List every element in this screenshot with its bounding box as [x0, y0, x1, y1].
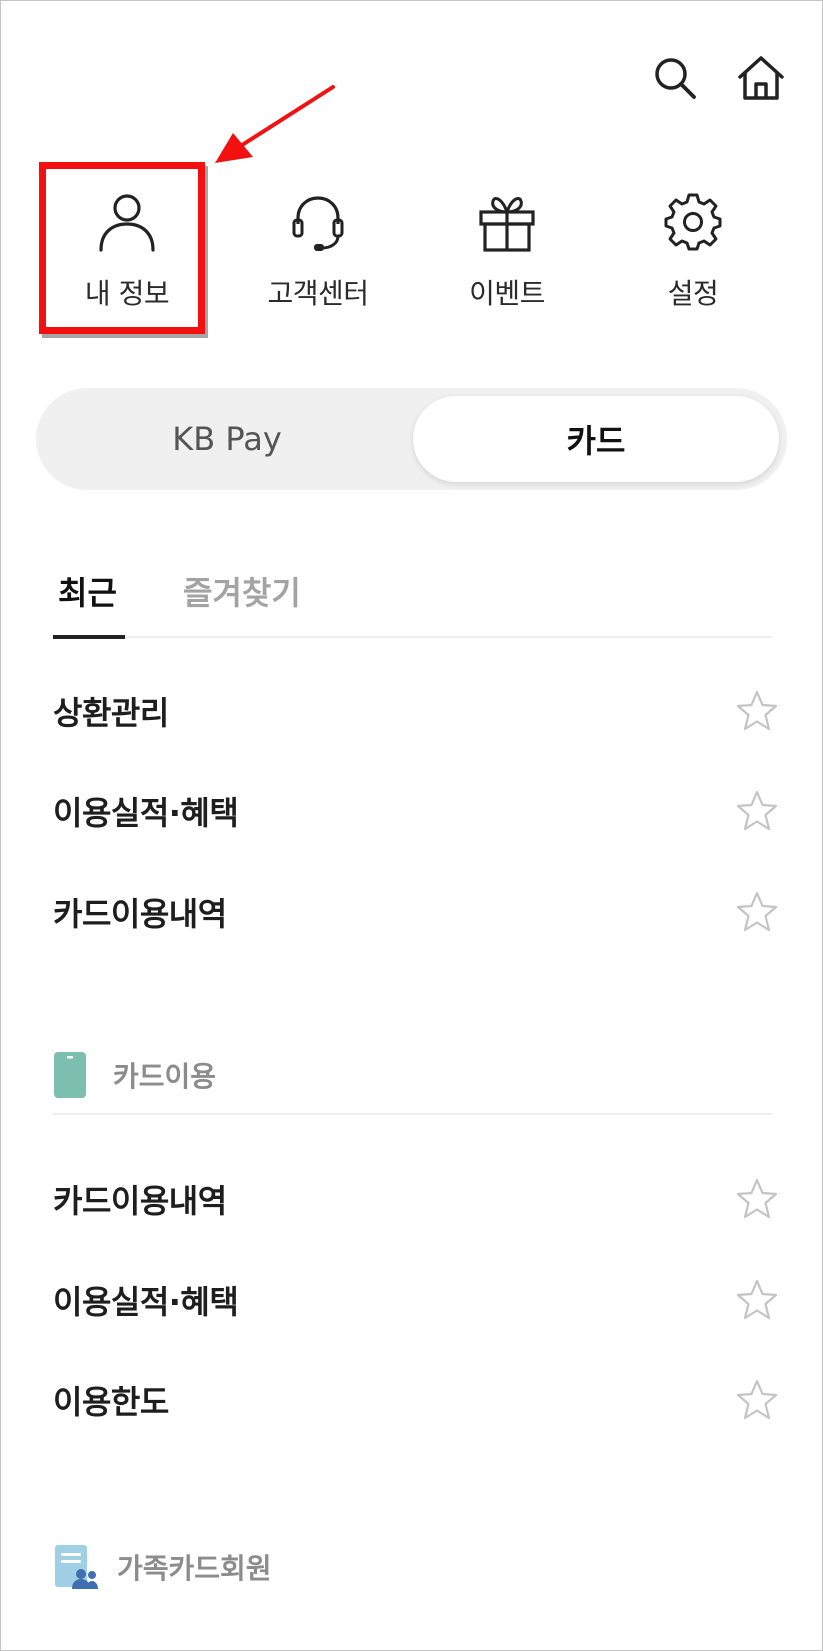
- star-icon: [736, 1379, 778, 1420]
- quick-menu-settings[interactable]: 설정: [598, 186, 788, 336]
- list-item[interactable]: 이용실적·혜택: [53, 1265, 778, 1335]
- list-item-label: 이용실적·혜택: [53, 794, 239, 832]
- favorite-star-button[interactable]: [734, 889, 780, 935]
- segment-kb-pay[interactable]: KB Pay: [44, 396, 410, 482]
- favorite-star-button[interactable]: [734, 1176, 780, 1222]
- list-item-label: 카드이용내역: [53, 1182, 227, 1220]
- favorite-star-button[interactable]: [734, 688, 780, 734]
- favorite-star-button[interactable]: [734, 788, 780, 834]
- star-icon: [736, 1279, 778, 1320]
- app-screen: 내 정보 고객센터 이벤트 설정 KB Pay 카드 최근 즐겨찾기 상환관리 …: [0, 0, 823, 1651]
- annotation-arrow: [215, 85, 335, 163]
- list-item[interactable]: 이용한도: [53, 1365, 778, 1435]
- segment-card[interactable]: 카드: [413, 396, 779, 482]
- section-title: 가족카드회원: [117, 1552, 272, 1585]
- home-icon: [738, 56, 784, 100]
- favorite-star-button[interactable]: [734, 1277, 780, 1323]
- star-icon: [736, 891, 778, 932]
- gift-icon: [479, 197, 535, 252]
- headset-icon: [292, 196, 344, 251]
- home-button[interactable]: [734, 51, 788, 105]
- section-title: 카드이용: [113, 1060, 217, 1093]
- gear-icon: [664, 193, 722, 251]
- list-item[interactable]: 상환관리: [53, 676, 778, 746]
- tab-underline: [53, 635, 125, 639]
- star-icon: [736, 690, 778, 731]
- section-header-family-card: 가족카드회원: [53, 1529, 772, 1605]
- search-button[interactable]: [648, 51, 702, 105]
- section-header-card-usage: 카드이용: [53, 1037, 772, 1115]
- list-item[interactable]: 카드이용내역: [53, 877, 778, 947]
- list-item-label: 이용실적·혜택: [53, 1283, 239, 1321]
- tab-recent[interactable]: 최근: [58, 568, 117, 614]
- search-icon: [655, 58, 696, 99]
- annotation-highlight-box: [39, 162, 205, 334]
- quick-menu-label: 설정: [667, 277, 719, 310]
- quick-menu-customer-center[interactable]: 고객센터: [223, 186, 413, 336]
- quick-menu-label: 고객센터: [267, 277, 369, 310]
- list-item-label: 이용한도: [53, 1383, 169, 1421]
- segmented-control: KB Pay 카드: [36, 388, 787, 490]
- list-item-label: 상환관리: [53, 694, 169, 732]
- tab-favorites[interactable]: 즐겨찾기: [183, 568, 301, 614]
- card-icon: [54, 1052, 86, 1098]
- quick-menu-event[interactable]: 이벤트: [412, 186, 602, 336]
- list-item-label: 카드이용내역: [53, 895, 227, 933]
- tab-bar: 최근 즐겨찾기: [53, 556, 772, 639]
- star-icon: [736, 1178, 778, 1219]
- star-icon: [736, 790, 778, 831]
- family-card-icon: [55, 1545, 98, 1589]
- favorite-star-button[interactable]: [734, 1377, 780, 1423]
- list-item[interactable]: 이용실적·혜택: [53, 776, 778, 846]
- quick-menu-label: 이벤트: [469, 277, 545, 310]
- list-item[interactable]: 카드이용내역: [53, 1164, 778, 1234]
